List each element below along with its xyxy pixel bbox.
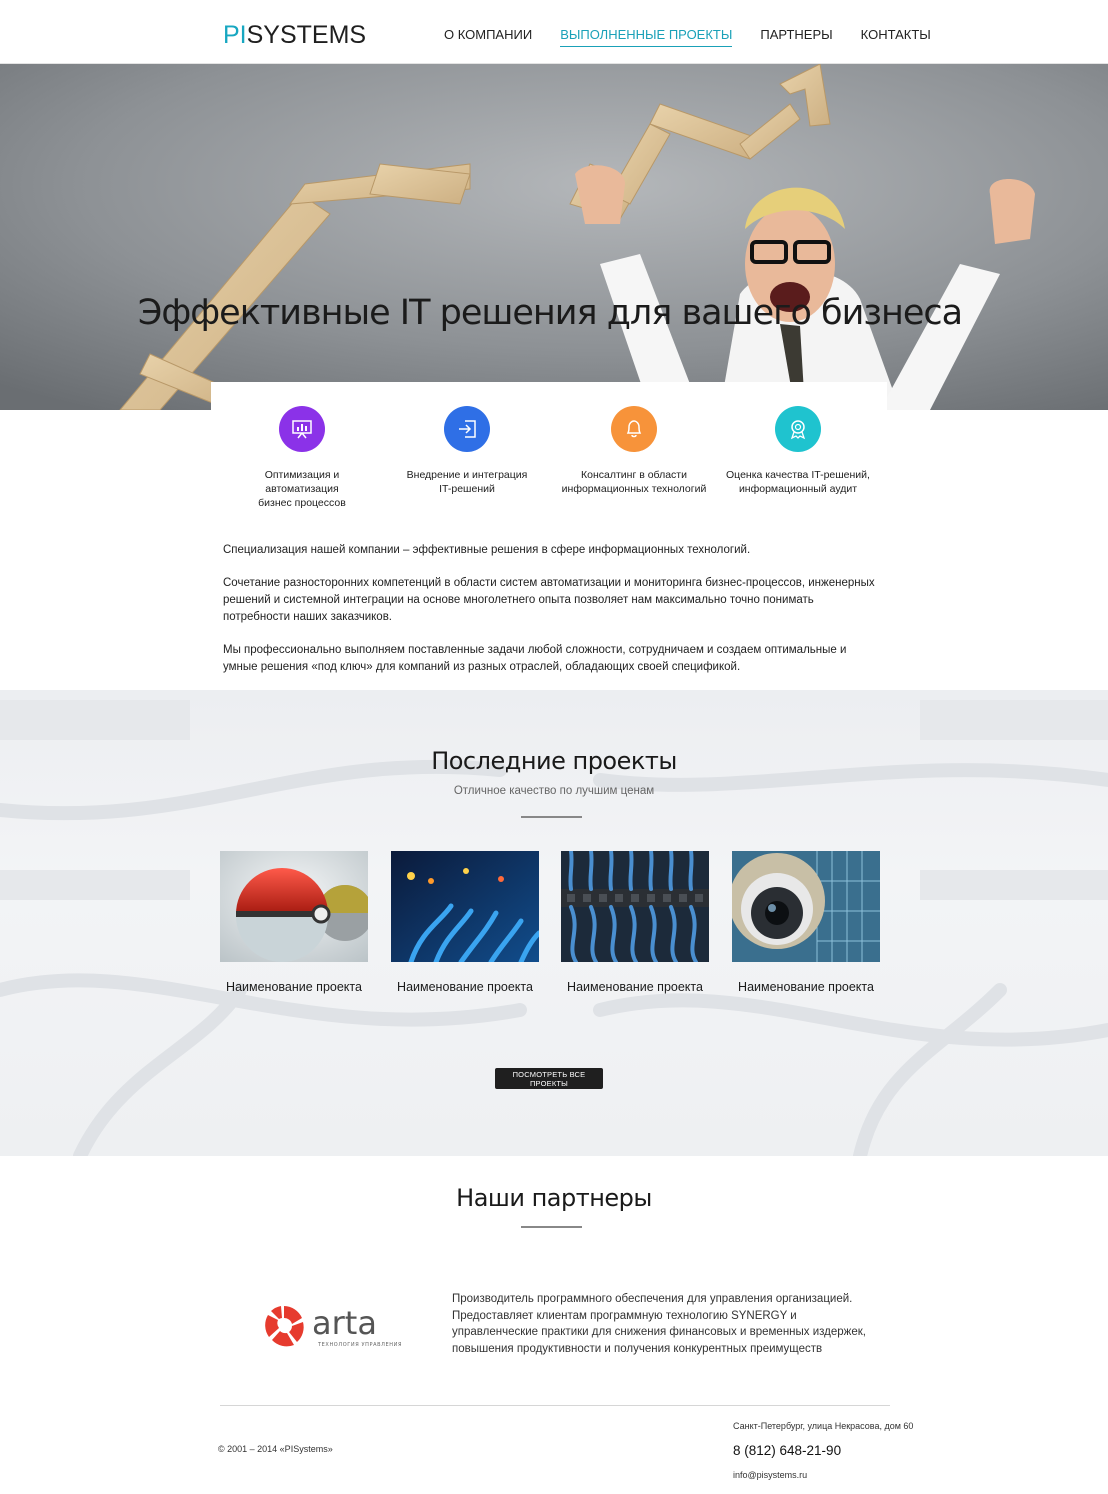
intro-paragraph: Сочетание разносторонних компетенций в о…: [223, 577, 875, 623]
site-header: PISYSTEMS О КОМПАНИИ ВЫПОЛНЕННЫЕ ПРОЕКТЫ…: [0, 0, 1108, 64]
award-medal-icon: [775, 406, 821, 452]
projects-subtitle: Отличное качество по лучшим ценам: [453, 785, 655, 797]
service-label-line1: Консалтинг в области: [581, 469, 687, 481]
project-card[interactable]: Наименование проекта: [391, 851, 539, 994]
service-label-line2: бизнес процессов: [258, 497, 346, 509]
copyright: © 2001 – 2014 «PISystems»: [218, 1444, 333, 1454]
project-thumbnail: [391, 851, 539, 962]
footer-phone[interactable]: 8 (812) 648-21-90: [733, 1443, 841, 1458]
view-all-projects-button[interactable]: ПОСМОТРЕТЬ ВСЕ ПРОЕКТЫ: [495, 1068, 603, 1089]
project-card[interactable]: Наименование проекта: [220, 851, 368, 994]
service-optimization[interactable]: Оптимизация и автоматизация бизнес процес…: [227, 406, 377, 510]
title-divider: [521, 816, 582, 818]
sign-in-arrow-icon: [444, 406, 490, 452]
hero-banner: Эффективные IT решения для вашего бизнес…: [0, 64, 1108, 410]
services-panel: Оптимизация и автоматизация бизнес процес…: [211, 382, 887, 512]
svg-text:ТЕХНОЛОГИЯ УПРАВЛЕНИЯ: ТЕХНОЛОГИЯ УПРАВЛЕНИЯ: [317, 1342, 402, 1348]
nav-item-contacts[interactable]: КОНТАКТЫ: [861, 27, 931, 47]
intro-text: Специализация нашей компании – эффективн…: [223, 542, 883, 692]
project-thumbnail: [220, 851, 368, 962]
projects-section: Последние проекты Отличное качество по л…: [0, 690, 1108, 1156]
project-name: Наименование проекта: [226, 980, 362, 994]
project-name: Наименование проекта: [567, 980, 703, 994]
service-consulting[interactable]: Консалтинг в области информационных техно…: [559, 406, 709, 496]
intro-paragraph: Мы профессионально выполняем поставленны…: [223, 644, 847, 673]
arta-logo[interactable]: arta ТЕХНОЛОГИЯ УПРАВЛЕНИЯ: [262, 1300, 412, 1352]
service-label-line1: Оценка качества IT-решений,: [726, 469, 870, 481]
nav-item-partners[interactable]: ПАРТНЕРЫ: [760, 27, 832, 47]
partners-title: Наши партнеры: [456, 1184, 652, 1212]
projects-title: Последние проекты: [431, 747, 677, 775]
title-divider: [521, 1226, 582, 1228]
hero-image: [0, 64, 1108, 410]
main-nav: О КОМПАНИИ ВЫПОЛНЕННЫЕ ПРОЕКТЫ ПАРТНЕРЫ …: [444, 27, 931, 47]
hero-title: Эффективные IT решения для вашего бизнес…: [137, 293, 963, 333]
intro-paragraph: Специализация нашей компании – эффективн…: [223, 544, 751, 556]
project-name: Наименование проекта: [738, 980, 874, 994]
service-integration[interactable]: Внедрение и интеграция IT-решений: [392, 406, 542, 496]
service-label-line2: IT-решений: [439, 483, 495, 495]
project-name: Наименование проекта: [397, 980, 533, 994]
service-label-line2: информационных технологий: [561, 483, 707, 495]
bell-icon: [611, 406, 657, 452]
project-card[interactable]: Наименование проекта: [732, 851, 880, 994]
logo[interactable]: PISYSTEMS: [223, 20, 366, 50]
nav-item-about[interactable]: О КОМПАНИИ: [444, 27, 532, 47]
nav-item-projects[interactable]: ВЫПОЛНЕННЫЕ ПРОЕКТЫ: [560, 27, 733, 47]
partner-description: Производитель программного обеспечения д…: [452, 1293, 866, 1355]
svg-text:arta: arta: [312, 1304, 377, 1342]
presentation-chart-icon: [279, 406, 325, 452]
project-thumbnail: [561, 851, 709, 962]
service-label-line1: Внедрение и интеграция: [406, 469, 528, 481]
service-label-line1: Оптимизация и автоматизация: [264, 469, 340, 495]
service-label-line2: информационный аудит: [738, 483, 858, 495]
project-thumbnail: [732, 851, 880, 962]
footer-address: Санкт-Петербург, улица Некрасова, дом 60: [733, 1421, 914, 1431]
project-card[interactable]: Наименование проекта: [561, 851, 709, 994]
footer-email[interactable]: info@pisystems.ru: [733, 1470, 807, 1480]
service-audit[interactable]: Оценка качества IT-решений, информационны…: [723, 406, 873, 496]
footer-divider: [220, 1405, 890, 1406]
